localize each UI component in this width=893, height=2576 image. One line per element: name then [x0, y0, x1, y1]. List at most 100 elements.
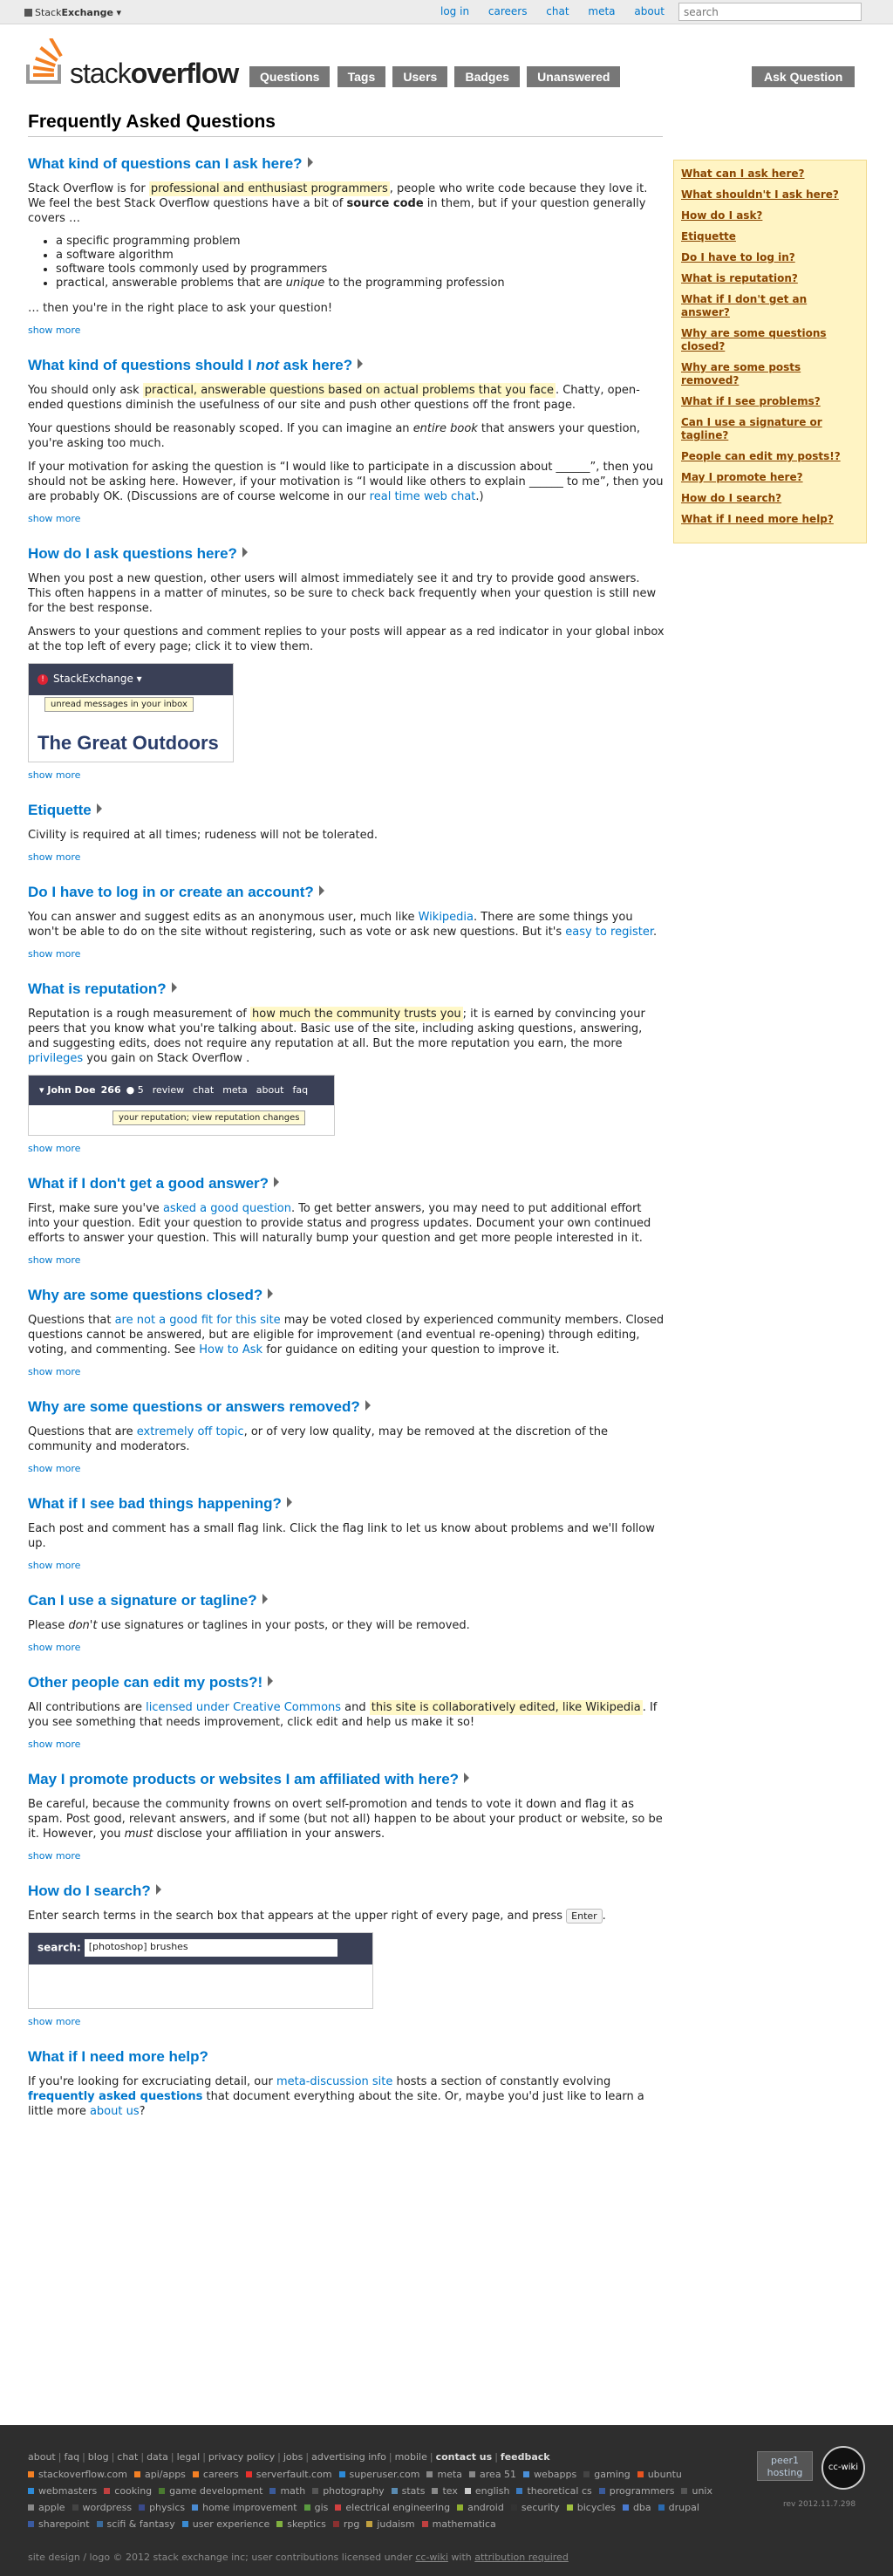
footer-site-link[interactable]: ubuntu — [637, 2469, 682, 2480]
footer-site-link[interactable]: meta — [426, 2469, 462, 2480]
off-topic-link[interactable]: extremely off topic — [137, 1425, 244, 1438]
footer-site-link[interactable]: english — [464, 2485, 509, 2497]
sidebar-item-signature[interactable]: Can I use a signature or tagline? — [681, 416, 859, 442]
footer-site-link[interactable]: cooking — [104, 2485, 152, 2497]
footer-site-link[interactable]: math — [269, 2485, 305, 2497]
section-heading[interactable]: How do I ask questions here? — [28, 545, 665, 563]
careers-link[interactable]: careers — [488, 5, 528, 17]
footer-site-link[interactable]: game development — [159, 2485, 262, 2497]
section-heading[interactable]: What if I need more help? — [28, 2048, 665, 2066]
nav-unanswered[interactable]: Unanswered — [527, 66, 621, 87]
show-more-link[interactable]: show more — [28, 1642, 665, 1653]
sidebar-item-what-to-ask[interactable]: What can I ask here? — [681, 167, 859, 181]
sidebar-item-how-to-ask[interactable]: How do I ask? — [681, 209, 859, 222]
footer-link-advertising[interactable]: advertising info — [311, 2451, 386, 2463]
footer-site-link[interactable]: security — [510, 2502, 560, 2513]
footer-site-link[interactable]: programmers — [598, 2485, 674, 2497]
section-heading[interactable]: What if I see bad things happening? — [28, 1495, 665, 1513]
footer-site-link[interactable]: mathematica — [421, 2518, 496, 2530]
nav-users[interactable]: Users — [392, 66, 448, 87]
footer-site-link[interactable]: electrical engineering — [335, 2502, 450, 2513]
footer-link-privacy[interactable]: privacy policy — [208, 2451, 275, 2463]
footer-site-link[interactable]: drupal — [658, 2502, 699, 2513]
footer-site-link[interactable]: unix — [681, 2485, 712, 2497]
sidebar-item-edit-posts[interactable]: People can edit my posts!? — [681, 450, 859, 463]
section-heading[interactable]: May I promote products or websites I am … — [28, 1771, 665, 1788]
section-heading[interactable]: How do I search? — [28, 1882, 665, 1900]
show-more-link[interactable]: show more — [28, 1366, 665, 1377]
sidebar-item-etiquette[interactable]: Etiquette — [681, 230, 859, 243]
footer-site-link[interactable]: stackoverflow.com — [28, 2469, 127, 2480]
footer-link-contact[interactable]: contact us — [436, 2451, 493, 2463]
footer-site-link[interactable]: physics — [139, 2502, 185, 2513]
not-a-good-fit-link[interactable]: are not a good fit for this site — [115, 1314, 281, 1327]
section-heading[interactable]: Why are some questions closed? — [28, 1287, 665, 1304]
footer-site-link[interactable]: theoretical cs — [516, 2485, 592, 2497]
creative-commons-link[interactable]: licensed under Creative Commons — [146, 1701, 341, 1714]
footer-site-link[interactable]: android — [457, 2502, 504, 2513]
footer-link-data[interactable]: data — [147, 2451, 168, 2463]
ask-question-button[interactable]: Ask Question — [752, 66, 856, 87]
show-more-link[interactable]: show more — [28, 325, 665, 336]
wikipedia-link[interactable]: Wikipedia — [419, 911, 474, 924]
show-more-link[interactable]: show more — [28, 2016, 665, 2027]
sidebar-item-no-answer[interactable]: What if I don't get an answer? — [681, 293, 859, 319]
footer-site-link[interactable]: rpg — [332, 2518, 359, 2530]
footer-link-legal[interactable]: legal — [177, 2451, 201, 2463]
footer-site-link[interactable]: stats — [391, 2485, 425, 2497]
sidebar-item-more-help[interactable]: What if I need more help? — [681, 513, 859, 526]
show-more-link[interactable]: show more — [28, 769, 665, 781]
footer-site-link[interactable]: webapps — [523, 2469, 576, 2480]
how-to-ask-link[interactable]: How to Ask — [199, 1343, 262, 1356]
footer-site-link[interactable]: scifi & fantasy — [96, 2518, 175, 2530]
footer-site-link[interactable]: skeptics — [276, 2518, 326, 2530]
footer-site-link[interactable]: gis — [303, 2502, 328, 2513]
footer-site-link[interactable]: apple — [28, 2502, 65, 2513]
attribution-link[interactable]: attribution required — [474, 2552, 569, 2563]
section-heading[interactable]: Do I have to log in or create an account… — [28, 884, 665, 901]
show-more-link[interactable]: show more — [28, 1850, 665, 1862]
nav-questions[interactable]: Questions — [249, 66, 331, 87]
show-more-link[interactable]: show more — [28, 948, 665, 960]
footer-link-about[interactable]: about — [28, 2451, 56, 2463]
show-more-link[interactable]: show more — [28, 851, 665, 863]
sidebar-item-search[interactable]: How do I search? — [681, 492, 859, 505]
about-link[interactable]: about — [634, 5, 665, 17]
show-more-link[interactable]: show more — [28, 1143, 665, 1154]
show-more-link[interactable]: show more — [28, 1254, 665, 1266]
nav-tags[interactable]: Tags — [337, 66, 386, 87]
footer-site-link[interactable]: home improvement — [192, 2502, 297, 2513]
section-heading[interactable]: Etiquette — [28, 802, 665, 819]
section-heading[interactable]: What kind of questions can I ask here? — [28, 155, 665, 173]
chat-link[interactable]: real time web chat — [370, 490, 476, 503]
footer-site-link[interactable]: gaming — [583, 2469, 631, 2480]
chat-link[interactable]: chat — [546, 5, 569, 17]
sidebar-item-what-not-to-ask[interactable]: What shouldn't I ask here? — [681, 188, 859, 202]
meta-site-link[interactable]: meta-discussion site — [276, 2075, 392, 2088]
meta-faq-link[interactable]: frequently asked questions — [28, 2090, 202, 2103]
cc-wiki-logo[interactable]: cc-wiki — [821, 2446, 865, 2490]
peer1-hosting-logo[interactable]: peer1 hosting — [757, 2451, 813, 2481]
show-more-link[interactable]: show more — [28, 1560, 665, 1571]
privileges-link[interactable]: privileges — [28, 1052, 83, 1065]
footer-site-link[interactable]: user experience — [181, 2518, 269, 2530]
show-more-link[interactable]: show more — [28, 513, 665, 524]
section-heading[interactable]: What if I don't get a good answer? — [28, 1175, 665, 1192]
footer-link-feedback[interactable]: feedback — [501, 2451, 550, 2463]
section-heading[interactable]: What kind of questions should I not ask … — [28, 357, 665, 374]
section-heading[interactable]: What is reputation? — [28, 981, 665, 998]
footer-link-mobile[interactable]: mobile — [395, 2451, 427, 2463]
footer-site-link[interactable]: sharepoint — [28, 2518, 90, 2530]
footer-site-link[interactable]: dba — [622, 2502, 651, 2513]
search-input[interactable] — [678, 3, 862, 21]
footer-site-link[interactable]: api/apps — [133, 2469, 186, 2480]
footer-site-link[interactable]: area 51 — [469, 2469, 516, 2480]
footer-link-faq[interactable]: faq — [64, 2451, 79, 2463]
section-heading[interactable]: Can I use a signature or tagline? — [28, 1592, 665, 1609]
footer-link-jobs[interactable]: jobs — [283, 2451, 303, 2463]
footer-site-link[interactable]: careers — [192, 2469, 239, 2480]
about-us-link[interactable]: about us — [90, 2105, 140, 2118]
sidebar-item-promote[interactable]: May I promote here? — [681, 471, 859, 484]
show-more-link[interactable]: show more — [28, 1739, 665, 1750]
sidebar-item-reputation[interactable]: What is reputation? — [681, 272, 859, 285]
